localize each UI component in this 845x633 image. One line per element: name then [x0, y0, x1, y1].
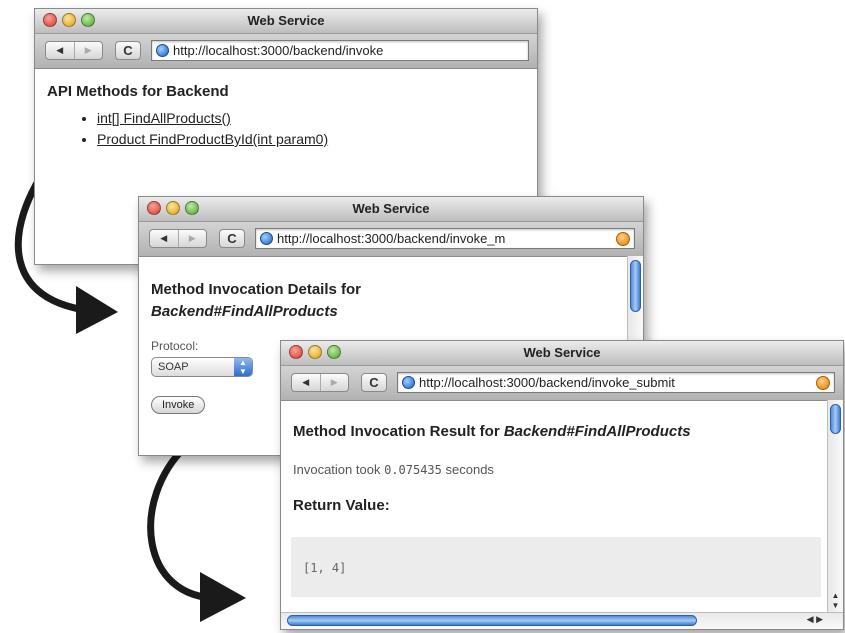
- protocol-select[interactable]: SOAP ▲ ▼: [151, 357, 253, 377]
- browser-window-invoke-result: Web Service ◀ ▶ C http://localhost:3000/…: [280, 340, 844, 630]
- page-content: Method Invocation Result for Backend#Fin…: [281, 401, 843, 514]
- window-title: Web Service: [247, 13, 325, 28]
- url-text[interactable]: http://localhost:3000/backend/invoke: [173, 43, 528, 58]
- globe-icon: [402, 376, 415, 389]
- address-bar[interactable]: http://localhost:3000/backend/invoke_sub…: [397, 372, 835, 393]
- heading-method: Backend#FindAllProducts: [503, 423, 691, 440]
- return-value: [1, 4]: [303, 561, 347, 575]
- reload-button[interactable]: C: [115, 41, 141, 60]
- return-value-box: [1, 4]: [291, 537, 821, 597]
- protocol-value: SOAP: [158, 361, 189, 373]
- heading-method: Backend#FindAllProducts: [151, 303, 338, 320]
- scroll-arrows-icon[interactable]: ▲ ▼: [828, 591, 843, 611]
- method-link-findallproducts[interactable]: int[] FindAllProducts(): [97, 110, 231, 126]
- address-bar[interactable]: http://localhost:3000/backend/invoke_m: [255, 228, 635, 249]
- nav-buttons: ◀ ▶: [149, 229, 207, 248]
- url-text[interactable]: http://localhost:3000/backend/invoke_m: [277, 231, 616, 246]
- address-bar[interactable]: http://localhost:3000/backend/invoke: [151, 40, 529, 61]
- return-heading: Return Value:: [293, 497, 390, 514]
- page-heading: API Methods for Backend: [47, 83, 229, 100]
- heading-prefix: Method Invocation Result for: [293, 423, 500, 440]
- title-bar: Web Service: [281, 341, 843, 366]
- time-suffix: seconds: [445, 462, 494, 477]
- heading-prefix: Method Invocation Details for: [151, 281, 362, 298]
- list-item: Product FindProductById(int param0): [97, 131, 537, 147]
- toolbar: ◀ ▶ C http://localhost:3000/backend/invo…: [139, 222, 643, 257]
- snapback-icon[interactable]: [616, 231, 630, 246]
- back-button[interactable]: ◀: [46, 42, 74, 59]
- horizontal-scrollbar[interactable]: ◀ ▶: [281, 612, 843, 629]
- horizontal-scroll-thumb[interactable]: [287, 615, 697, 626]
- globe-icon: [260, 232, 273, 245]
- nav-buttons: ◀ ▶: [291, 373, 349, 392]
- select-arrow-icon: ▲ ▼: [234, 358, 252, 376]
- arrowhead-2: [200, 572, 246, 622]
- title-bar: Web Service: [139, 197, 643, 222]
- reload-button[interactable]: C: [219, 229, 245, 248]
- invocation-time: Invocation took 0.075435 seconds: [293, 462, 843, 477]
- method-list: int[] FindAllProducts() Product FindProd…: [47, 110, 537, 147]
- toolbar: ◀ ▶ C http://localhost:3000/backend/invo…: [35, 34, 537, 69]
- time-value: 0.075435: [384, 463, 442, 477]
- globe-icon: [156, 44, 169, 57]
- nav-buttons: ◀ ▶: [45, 41, 103, 60]
- horizontal-scroll-arrows-icon[interactable]: ◀ ▶: [807, 614, 823, 625]
- url-text[interactable]: http://localhost:3000/backend/invoke_sub…: [419, 375, 816, 390]
- page-content: API Methods for Backend int[] FindAllPro…: [35, 69, 537, 147]
- forward-button[interactable]: ▶: [73, 42, 103, 59]
- forward-button[interactable]: ▶: [319, 374, 349, 391]
- toolbar: ◀ ▶ C http://localhost:3000/backend/invo…: [281, 366, 843, 401]
- list-item: int[] FindAllProducts(): [97, 110, 537, 126]
- back-button[interactable]: ◀: [292, 374, 320, 391]
- page-heading: Method Invocation Details for Backend#Fi…: [151, 279, 643, 323]
- time-prefix: Invocation took: [293, 462, 381, 477]
- forward-button[interactable]: ▶: [177, 230, 207, 247]
- page-heading: Method Invocation Result for Backend#Fin…: [293, 423, 843, 440]
- snapback-icon[interactable]: [816, 375, 830, 390]
- title-bar: Web Service: [35, 9, 537, 34]
- arrow-2: [147, 442, 224, 602]
- back-button[interactable]: ◀: [150, 230, 178, 247]
- window-title: Web Service: [352, 201, 430, 216]
- arrowhead-1: [76, 286, 118, 334]
- window-title: Web Service: [523, 345, 601, 360]
- invoke-button[interactable]: Invoke: [151, 396, 206, 414]
- method-link-findproductbyid[interactable]: Product FindProductById(int param0): [97, 131, 328, 147]
- reload-button[interactable]: C: [361, 373, 387, 392]
